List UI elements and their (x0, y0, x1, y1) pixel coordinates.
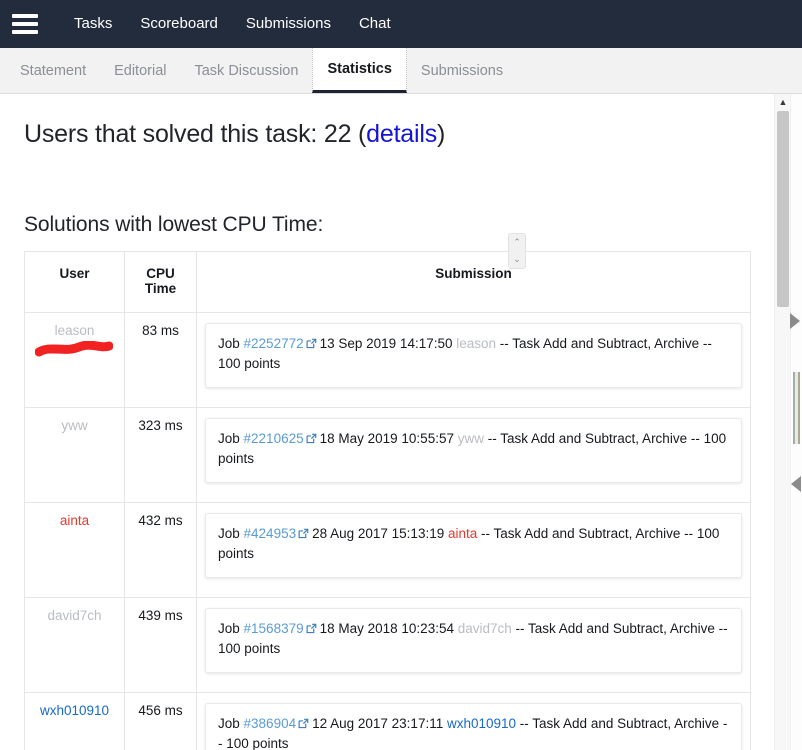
submission-box: Job #424953 28 Aug 2017 15:13:19 ainta --… (205, 512, 742, 579)
table-row: ainta 432 ms Job #424953 28 Aug 2017 15:13:… (24, 501, 751, 598)
nav-link-tasks[interactable]: Tasks (60, 0, 126, 48)
content-vertical-scrollbar[interactable]: ▲ (774, 94, 790, 750)
chevron-up-icon[interactable]: ⌃ (513, 238, 521, 247)
scrollbar-thumb[interactable] (777, 111, 789, 307)
table-row: yww 323 ms Job #2210625 18 May 2019 10:55:5… (24, 406, 751, 503)
submission-datetime: 13 Sep 2019 14:17:50 (319, 335, 457, 351)
job-label: Job (218, 335, 244, 351)
tab-submissions[interactable]: Submissions (407, 48, 517, 93)
submission-user-link[interactable]: wxh010910 (447, 716, 516, 731)
cell-user: ainta (24, 501, 125, 598)
table-row: wxh010910 456 ms Job #386904 12 Aug 2017 23… (24, 691, 751, 750)
job-label: Job (218, 430, 244, 446)
cell-user: david7ch (24, 596, 125, 693)
hamburger-bar (12, 22, 38, 26)
table-body: leason 83 ms Job #2252772 13 Sep 2019 14:17… (24, 311, 751, 750)
tab-statement[interactable]: Statement (6, 48, 100, 93)
nav-link-scoreboard[interactable]: Scoreboard (126, 0, 232, 48)
stepper-spinner[interactable]: ⌃ ⌄ (508, 233, 526, 269)
cell-cpu-time: 323 ms (124, 406, 197, 503)
nav-link-chat[interactable]: Chat (345, 0, 405, 48)
user-name-link: ainta (59, 512, 90, 528)
table-head: User CPU Time Submission (24, 250, 751, 313)
submission-box: Job #2210625 18 May 2019 10:55:57 yww -- … (205, 417, 742, 484)
edge-left-arrow-icon[interactable] (791, 476, 801, 492)
column-header-user: User (24, 250, 125, 313)
cell-user: wxh010910 (24, 691, 125, 750)
cell-user: yww (24, 406, 125, 503)
column-header-cpu-time: CPU Time (124, 250, 197, 313)
page-title: Users that solved this task: 22 (details… (24, 118, 750, 151)
job-label: Job (218, 715, 244, 731)
cell-cpu-time: 456 ms (124, 691, 197, 750)
submission-user-link: david7ch (457, 620, 512, 636)
solved-count-text: Users that solved this task: 22 ( (24, 120, 367, 148)
job-label: Job (218, 620, 244, 636)
tab-statistics[interactable]: Statistics (312, 48, 407, 93)
red-marker-annotation (35, 340, 113, 356)
submission-box: Job #386904 12 Aug 2017 23:17:11 wxh01091… (205, 702, 742, 750)
hamburger-bar (12, 14, 38, 18)
job-id-link[interactable]: #424953 (244, 526, 297, 541)
job-label: Job (218, 525, 244, 541)
cell-submission: Job #424953 28 Aug 2017 15:13:19 ainta --… (196, 501, 751, 598)
cell-submission: Job #1568379 18 May 2018 10:23:54 david7c… (196, 596, 751, 693)
job-id-link[interactable]: #1568379 (244, 621, 304, 636)
nav-link-submissions[interactable]: Submissions (232, 0, 345, 48)
submission-datetime: 28 Aug 2017 15:13:19 (312, 525, 448, 541)
submission-user-link: leason (456, 335, 497, 351)
table-row: david7ch 439 ms Job #1568379 18 May 2018 10… (24, 596, 751, 693)
cell-cpu-time: 83 ms (124, 311, 197, 408)
content-inner: Users that solved this task: 22 (details… (0, 94, 774, 750)
tab-editorial[interactable]: Editorial (100, 48, 180, 93)
lowest-cpu-time-table: User CPU Time Submission leason 83 ms Job #… (24, 250, 751, 750)
edge-right-arrow-icon[interactable] (790, 313, 800, 329)
job-id-link[interactable]: #386904 (244, 716, 297, 731)
task-tabstrip: Statement Editorial Task Discussion Stat… (0, 48, 802, 94)
cell-submission: Job #2210625 18 May 2019 10:55:57 yww -- … (196, 406, 751, 503)
edge-resize-handle[interactable] (793, 372, 800, 444)
user-name-link: yww (61, 417, 88, 433)
top-navbar: Tasks Scoreboard Submissions Chat (0, 0, 802, 48)
details-link[interactable]: details (366, 120, 437, 148)
external-link-icon[interactable] (306, 338, 317, 349)
scroll-up-arrow-icon[interactable]: ▲ (775, 94, 791, 110)
submission-user-link: ainta (447, 525, 478, 541)
cell-cpu-time: 439 ms (124, 596, 197, 693)
section-title: Solutions with lowest CPU Time: (24, 212, 324, 236)
table-row: leason 83 ms Job #2252772 13 Sep 2019 14:17… (24, 311, 751, 408)
external-link-icon[interactable] (306, 433, 317, 444)
submission-datetime: 18 May 2018 10:23:54 (319, 620, 458, 636)
table-header-row: User CPU Time Submission (24, 250, 751, 313)
column-header-submission: Submission (196, 250, 751, 313)
cell-user: leason (24, 311, 125, 408)
user-name-link[interactable]: wxh010910 (40, 703, 109, 718)
submission-box: Job #1568379 18 May 2018 10:23:54 david7c… (205, 607, 742, 674)
job-id-link[interactable]: #2252772 (244, 336, 304, 351)
cpu-header-line2: Time (144, 280, 177, 296)
cell-submission: Job #386904 12 Aug 2017 23:17:11 wxh01091… (196, 691, 751, 750)
submission-datetime: 12 Aug 2017 23:17:11 (312, 715, 447, 731)
user-name-link: david7ch (47, 607, 102, 623)
submission-datetime: 18 May 2019 10:55:57 (319, 430, 458, 446)
external-link-icon[interactable] (298, 718, 309, 729)
hamburger-bar (12, 30, 38, 34)
external-link-icon[interactable] (306, 623, 317, 634)
solved-suffix: ) (437, 120, 446, 148)
chevron-down-icon[interactable]: ⌄ (513, 255, 521, 264)
job-id-link[interactable]: #2210625 (244, 431, 304, 446)
cell-submission: Job #2252772 13 Sep 2019 14:17:50 leason … (196, 311, 751, 408)
hamburger-menu-icon[interactable] (12, 14, 38, 34)
submission-user-link: yww (457, 430, 484, 446)
cpu-header-line1: CPU (146, 265, 175, 281)
external-link-icon[interactable] (298, 528, 309, 539)
submission-box: Job #2252772 13 Sep 2019 14:17:50 leason … (205, 322, 742, 389)
user-name-link: leason (54, 322, 95, 338)
content-pane: Users that solved this task: 22 (details… (0, 94, 774, 750)
cell-cpu-time: 432 ms (124, 501, 197, 598)
tab-task-discussion[interactable]: Task Discussion (180, 48, 312, 93)
